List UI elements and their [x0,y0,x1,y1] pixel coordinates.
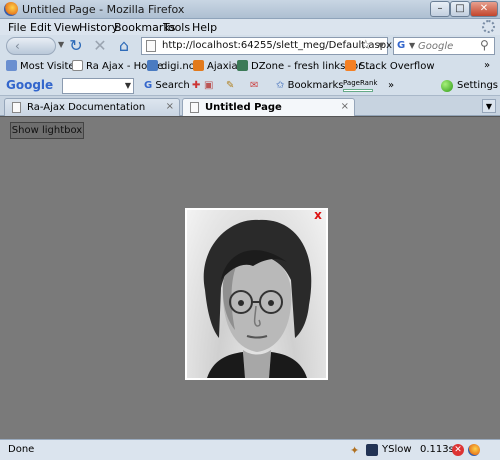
pagerank-bar [343,89,373,92]
magnifier-icon[interactable]: ⚲ [480,38,489,52]
tab-ra-ajax-documentation[interactable]: Ra-Ajax Documentation × [4,98,180,116]
bookmark-most-visited[interactable]: Most Visited [6,60,81,72]
digi-icon [147,60,158,71]
toolbar-plus-icon[interactable]: ✚ [192,80,200,91]
bookmark-digi[interactable]: digi.no [147,60,195,72]
throbber-icon [482,20,495,33]
search-input[interactable] [418,39,478,53]
maximize-button[interactable]: □ [450,1,470,17]
google-toolbar-more-chevron[interactable]: » [388,80,394,91]
settings-icon[interactable] [441,80,453,92]
dzone-icon [237,60,248,71]
lightbox-close-button[interactable]: x [312,209,324,221]
search-engine-dropdown-icon[interactable]: ▼ [409,41,415,50]
url-bar[interactable]: http://localhost:64255/slett_meg/Default… [141,37,392,55]
tab-close-icon[interactable]: × [341,101,349,112]
google-search-input[interactable]: ▼ [62,78,134,94]
bookmark-star-icon[interactable]: ☆ [360,38,372,53]
menu-bar: File Edit View History Bookmarks Tools H… [0,19,500,35]
portrait-drawing [203,219,312,378]
tab-close-icon[interactable]: × [166,101,174,112]
url-dropdown-icon[interactable]: ▼ [378,41,384,50]
menu-help[interactable]: Help [192,21,217,34]
history-dropdown-icon[interactable]: ▼ [58,40,64,49]
menu-edit[interactable]: Edit [30,21,51,34]
yslow-icon[interactable] [366,444,378,456]
tab-bar: Ra-Ajax Documentation × Untitled Page × … [0,96,500,116]
bookmarks-toolbar: Most Visited Ra Ajax - Home digi.no Ajax… [0,57,500,76]
show-lightbox-button[interactable]: Show lightbox [10,122,84,139]
google-g-icon: G [144,80,153,91]
back-arrow-icon: ‹ [15,39,20,53]
status-bar: Done ✦ YSlow 0.113s ✕ [0,439,500,460]
google-search-button[interactable]: G Search [144,80,190,91]
yslow-label[interactable]: YSlow [382,444,412,455]
reload-icon[interactable]: ↻ [66,36,86,56]
tab-untitled-page[interactable]: Untitled Page × [182,98,355,116]
close-window-button[interactable]: ✕ [470,1,498,17]
toolbar-block-icon[interactable]: ▣ [204,80,213,91]
ajaxian-icon [193,60,204,71]
status-text: Done [8,444,35,455]
google-bookmarks-button[interactable]: ✩ Bookmarks [276,80,343,91]
search-bar[interactable]: G ▼ ⚲ [393,37,495,55]
stack-overflow-icon [345,60,356,71]
title-bar: Untitled Page - Mozilla Firefox – □ ✕ [0,0,500,19]
google-search-dropdown-icon[interactable]: ▼ [125,81,131,90]
page-content: Show lightbox x [0,116,500,439]
bookmarks-star-icon: ✩ [276,80,285,91]
google-logo[interactable]: Google [6,78,53,92]
home-icon[interactable]: ⌂ [114,36,134,56]
menu-view[interactable]: View [54,21,80,34]
page-icon [146,40,156,52]
menu-history[interactable]: History [79,21,118,34]
google-toolbar: Google ▼ G Search ✚ ▣ ✎ ✉ ✩ Bookmarks Pa… [0,76,500,96]
google-settings-button[interactable]: Settings [457,80,498,91]
addon-icon[interactable]: ✦ [350,444,362,457]
pagerank-indicator[interactable]: PageRank [343,79,377,93]
lightbox: x [185,208,328,380]
firebug-icon[interactable] [468,444,480,456]
portrait-image [187,210,326,378]
bookmark-stack-overflow[interactable]: Stack Overflow [345,60,435,72]
bookmarks-overflow-chevron[interactable]: » [484,60,490,71]
page-icon [12,102,21,113]
load-time: 0.113s [420,444,454,455]
stop-icon[interactable]: ✕ [90,36,110,56]
page-icon [190,102,199,113]
list-all-tabs-icon[interactable]: ▼ [482,99,496,113]
url-text: http://localhost:64255/slett_meg/Default… [162,40,392,51]
toolbar-autofill-icon[interactable]: ✎ [226,80,234,91]
search-engine-icon[interactable]: G [397,40,405,51]
menu-file[interactable]: File [8,21,26,34]
navigation-toolbar: ‹ ▼ ↻ ✕ ⌂ http://localhost:64255/slett_m… [0,35,500,57]
back-forward-button[interactable]: ‹ [6,37,56,55]
window-title: Untitled Page - Mozilla Firefox [22,3,185,16]
page-icon [72,60,83,71]
error-icon[interactable]: ✕ [452,444,464,456]
firefox-icon [4,2,18,16]
toolbar-mail-icon[interactable]: ✉ [250,80,258,91]
most-visited-icon [6,60,17,71]
minimize-button[interactable]: – [430,1,450,17]
menu-tools[interactable]: Tools [163,21,190,34]
